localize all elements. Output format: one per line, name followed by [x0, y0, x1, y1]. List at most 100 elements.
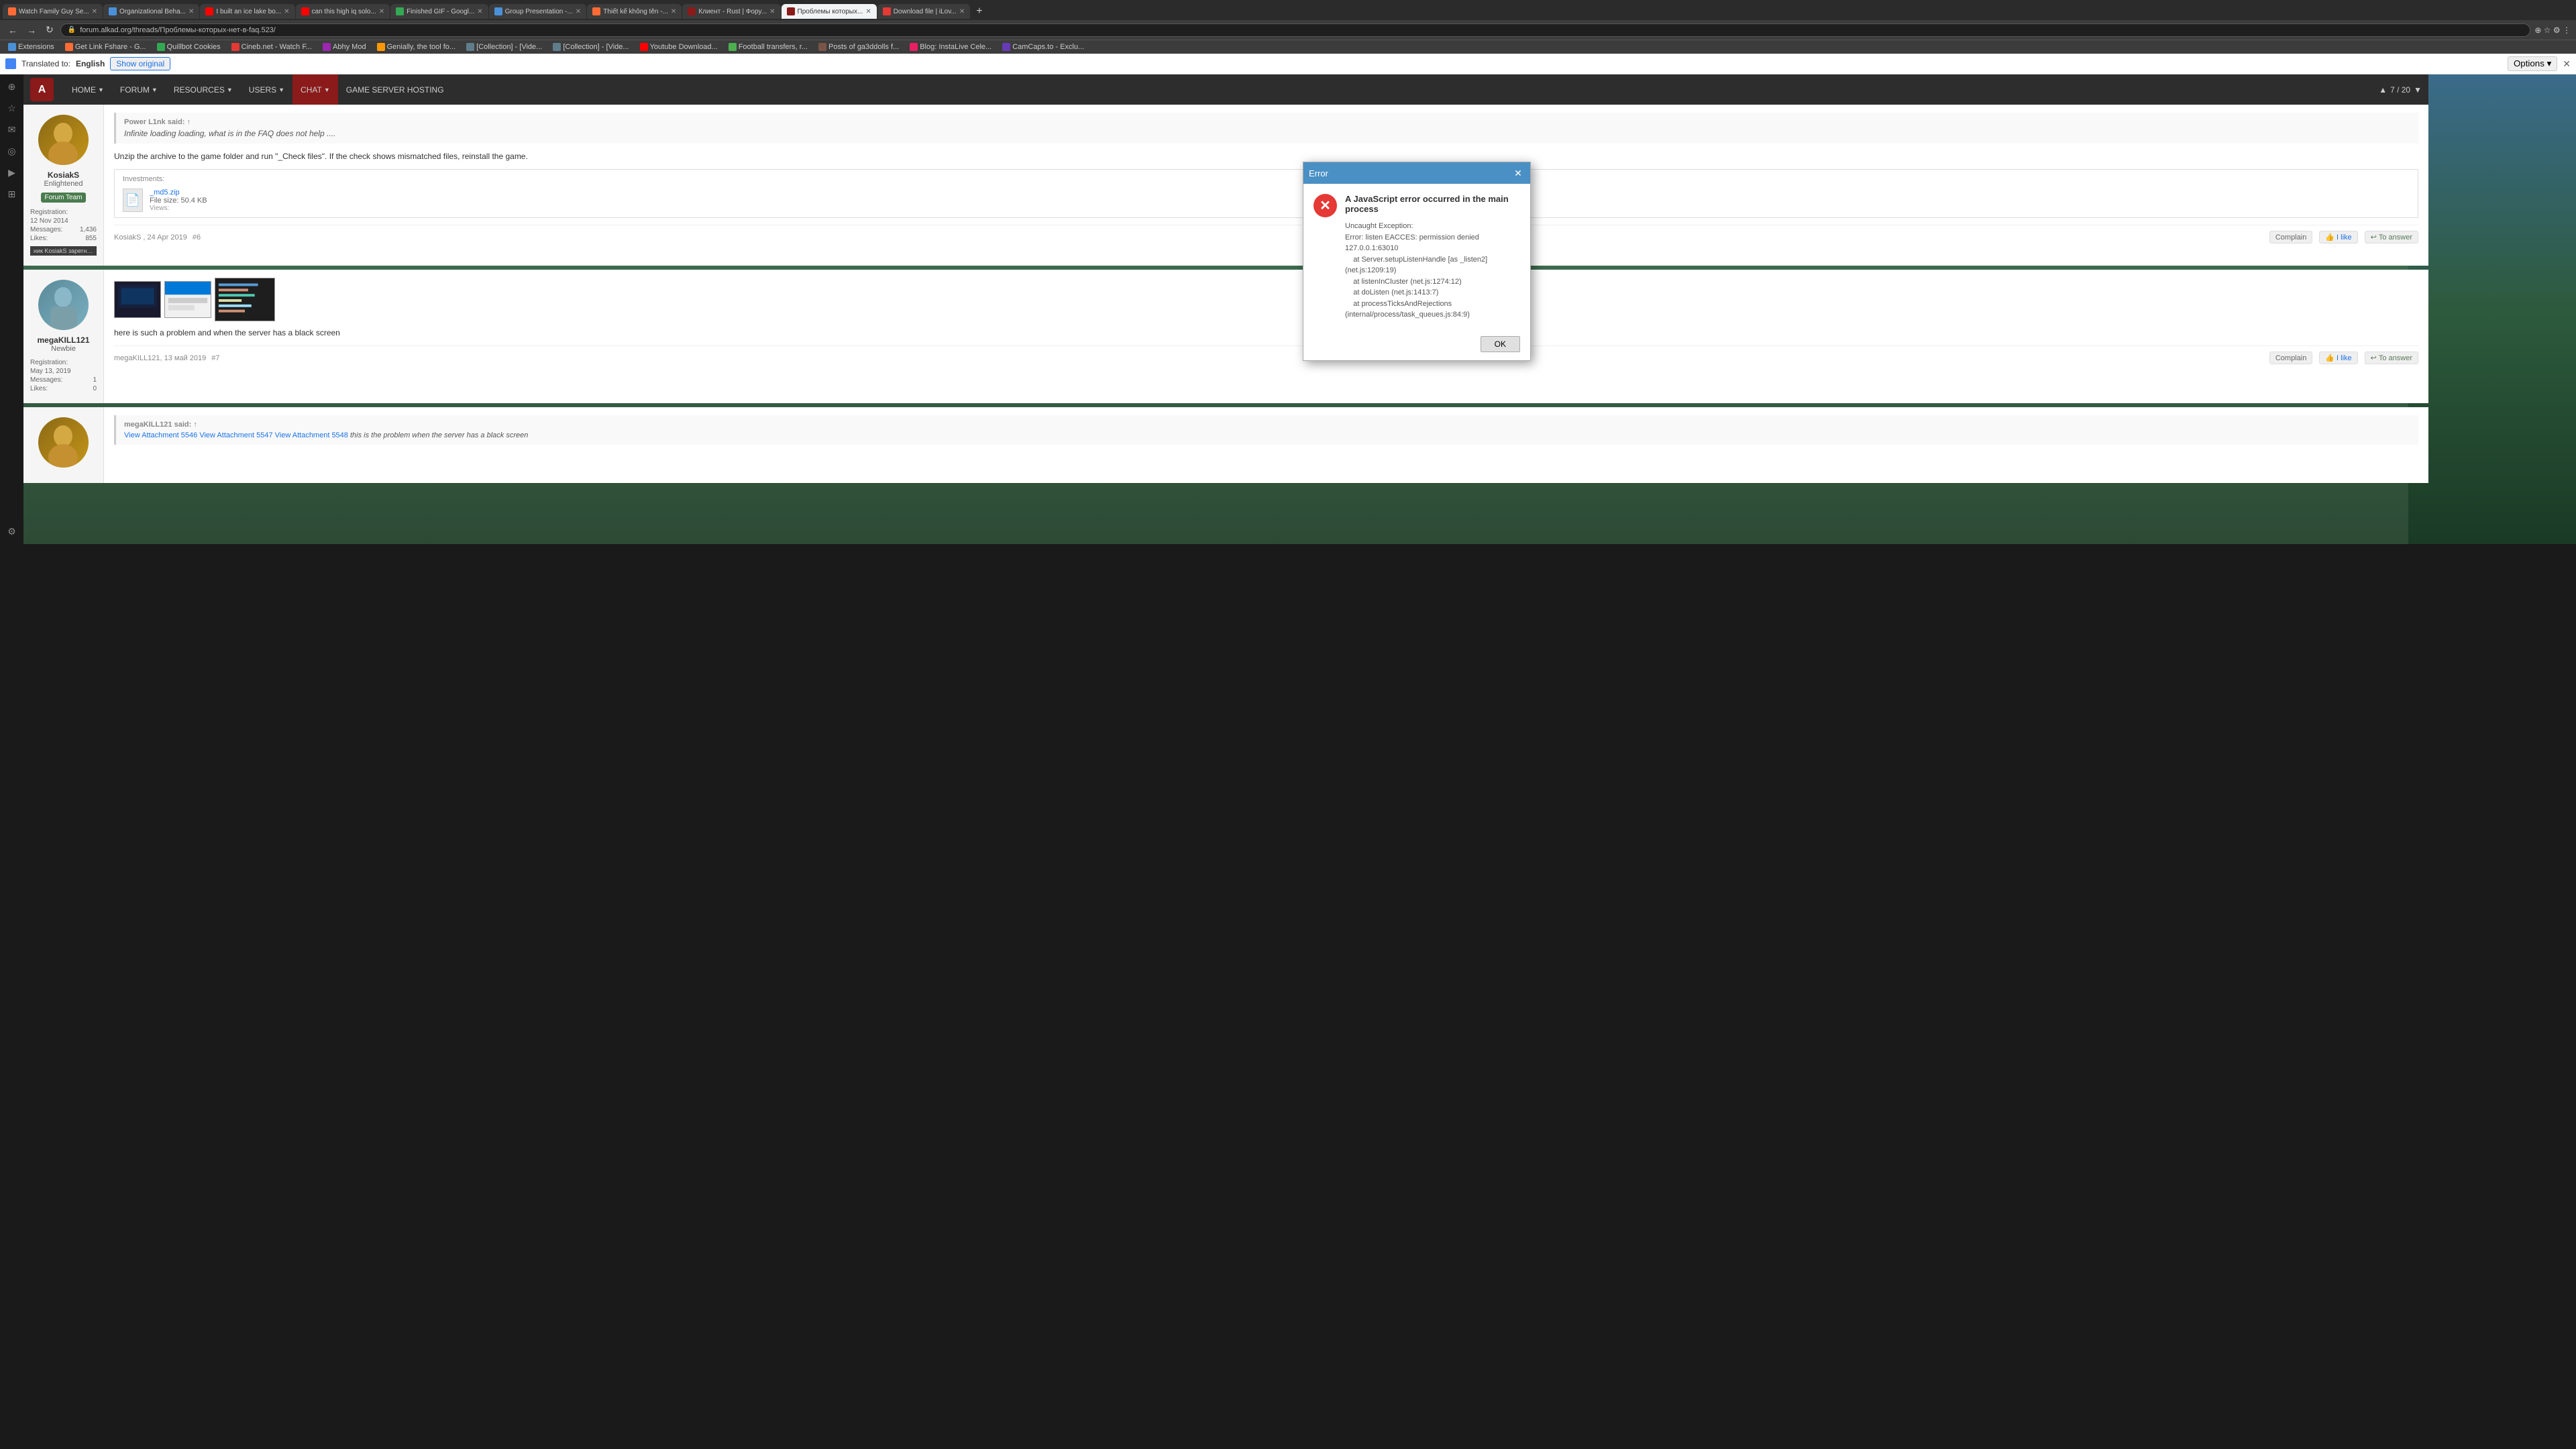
tab-favicon-1 — [8, 7, 16, 15]
tab-1[interactable]: Watch Family Guy Se... ✕ — [3, 4, 103, 19]
dialog-ok-button[interactable]: OK — [1481, 336, 1520, 352]
sidebar-icon-5[interactable]: ▶ — [8, 167, 15, 178]
tab-close-5[interactable]: ✕ — [477, 8, 482, 15]
bookmark-collection2[interactable]: [Collection] - [Vide... — [550, 42, 631, 52]
post-8-view-attach-3[interactable]: View Attachment 5548 — [275, 431, 348, 439]
post-6-answer-button[interactable]: ↩ To answer — [2365, 231, 2418, 244]
tab-close-9[interactable]: ✕ — [865, 8, 871, 15]
tab-7[interactable]: Thiết kế không tên -... ✕ — [587, 4, 682, 19]
sidebar-icon-4[interactable]: ◎ — [7, 146, 15, 157]
avatar-silhouette-7 — [38, 280, 89, 330]
dialog-title-text: Error — [1309, 168, 1328, 178]
post-card-6: KosiakS Enlightened Forum Team Registrat… — [23, 105, 2428, 266]
nav-chat[interactable]: CHAT ▼ — [292, 74, 338, 105]
post-6-like-button[interactable]: 👍 I like — [2319, 231, 2357, 244]
sidebar-icon-3[interactable]: ✉ — [8, 124, 16, 136]
back-button[interactable]: ← — [5, 23, 20, 37]
bookmark-camcaps[interactable]: CamCaps.to - Exclu... — [1000, 42, 1087, 52]
bookmark-cineb[interactable]: Cineb.net - Watch F... — [229, 42, 315, 52]
google-translate-icon — [5, 58, 16, 69]
tab-9-active[interactable]: Проблемы которых... ✕ — [782, 4, 877, 19]
error-dialog: Error ✕ ✕ A JavaScript error occurred in… — [1303, 162, 1531, 361]
sidebar-icon-6[interactable]: ⊞ — [8, 189, 16, 200]
tab-close-1[interactable]: ✕ — [92, 8, 97, 15]
dialog-close-button[interactable]: ✕ — [1511, 166, 1525, 180]
options-button[interactable]: Options ▾ — [2508, 56, 2557, 71]
show-original-button[interactable]: Show original — [110, 57, 170, 70]
tab-5[interactable]: Finished GIF - Googl... ✕ — [390, 4, 488, 19]
tab-favicon-2 — [109, 7, 117, 15]
bookmark-label: Posts of ga3ddolls f... — [828, 43, 899, 51]
tab-close-6[interactable]: ✕ — [576, 8, 581, 15]
bookmark-collection1[interactable]: [Collection] - [Vide... — [464, 42, 545, 52]
tab-close-8[interactable]: ✕ — [769, 8, 775, 15]
reg-date: 12 Nov 2014 — [30, 217, 68, 225]
new-tab-button[interactable]: + — [971, 3, 987, 20]
post-8-view-attach-2[interactable]: View Attachment 5547 — [199, 431, 272, 439]
tab-close-4[interactable]: ✕ — [379, 8, 384, 15]
post-8-view-attach-1[interactable]: View Attachment 5546 — [124, 431, 197, 439]
tab-favicon-3 — [205, 7, 213, 15]
nav-gameserver[interactable]: GAME SERVER HOSTING — [338, 74, 452, 105]
close-translate-button[interactable]: ✕ — [2563, 58, 2571, 70]
nav-prev-arrow[interactable]: ▲ — [2379, 85, 2387, 95]
post-7-like-button[interactable]: 👍 I like — [2319, 352, 2357, 364]
nav-home[interactable]: HOME ▼ — [64, 74, 112, 105]
tab-close-3[interactable]: ✕ — [284, 8, 289, 15]
tab-10[interactable]: Download file | iLov... ✕ — [877, 4, 971, 19]
nav-next-arrow[interactable]: ▼ — [2414, 85, 2422, 95]
tab-close-10[interactable]: ✕ — [959, 8, 965, 15]
bookmark-genially[interactable]: Genially, the tool fo... — [374, 42, 459, 52]
bookmark-extensions[interactable]: Extensions — [5, 42, 57, 52]
dialog-body: ✕ A JavaScript error occurred in the mai… — [1303, 184, 1530, 331]
bookmark-abhy[interactable]: Abhy Mod — [320, 42, 369, 52]
post-8-content: megaKILL121 said: ↑ View Attachment 5546… — [23, 407, 2428, 483]
msg-label: Messages: — [30, 226, 62, 233]
dialog-titlebar: Error ✕ — [1303, 162, 1530, 184]
bookmark-football[interactable]: Football transfers, r... — [726, 42, 810, 52]
tab-close-2[interactable]: ✕ — [189, 8, 194, 15]
msg-label-7: Messages: — [30, 376, 62, 384]
bookmark-youtube[interactable]: Youtube Download... — [637, 42, 720, 52]
nav-forum[interactable]: FORUM ▼ — [112, 74, 166, 105]
sidebar-icon-2[interactable]: ☆ — [7, 103, 16, 114]
screenshot-3[interactable] — [215, 278, 275, 321]
post-6-username[interactable]: KosiakS — [30, 170, 97, 180]
sidebar-home-icon[interactable]: ⊕ — [8, 81, 16, 93]
attach-header: Investments: — [123, 175, 2410, 183]
bookmark-quillbot[interactable]: Quillbot Cookies — [154, 42, 223, 52]
answer-icon: ↩ — [2371, 233, 2377, 241]
nav-resources[interactable]: RESOURCES ▼ — [166, 74, 241, 105]
attach-filename[interactable]: _md5.zip — [150, 189, 180, 197]
screenshot-1[interactable] — [114, 281, 161, 318]
forward-button[interactable]: → — [24, 23, 39, 37]
post-7-screenshots — [114, 278, 2418, 321]
nav-users[interactable]: USERS ▼ — [241, 74, 292, 105]
screenshot-2[interactable] — [164, 281, 211, 318]
bookmark-getlink[interactable]: Get Link Fshare - G... — [62, 42, 149, 52]
dialog-main-content: A JavaScript error occurred in the main … — [1345, 194, 1520, 321]
bookmark-label: Genially, the tool fo... — [387, 43, 456, 51]
bookmarks-bar: Extensions Get Link Fshare - G... Quillb… — [0, 40, 2576, 54]
answer-icon-7: ↩ — [2371, 354, 2377, 362]
tab-6[interactable]: Group Presentation -... ✕ — [489, 4, 587, 19]
post-7-answer-button[interactable]: ↩ To answer — [2365, 352, 2418, 364]
reload-button[interactable]: ↻ — [43, 23, 56, 37]
bookmark-blog[interactable]: Blog: InstaLive Cele... — [907, 42, 994, 52]
likes-label-7: Likes: — [30, 385, 48, 392]
tab-favicon-7 — [592, 7, 600, 15]
tab-4[interactable]: can this high iq solo... ✕ — [296, 4, 390, 19]
address-bar[interactable]: 🔒 forum.alkad.org/threads/Проблемы-котор… — [60, 23, 2531, 37]
tab-8[interactable]: Клиент - Rust | Форy... ✕ — [682, 4, 780, 19]
likes-label: Likes: — [30, 235, 48, 242]
post-7-username[interactable]: megaKILL121 — [30, 335, 97, 345]
post-6-complain-button[interactable]: Complain — [2269, 231, 2312, 244]
post-7-complain-button[interactable]: Complain — [2269, 352, 2312, 364]
tab-close-7[interactable]: ✕ — [671, 8, 676, 15]
tab-favicon-6 — [494, 7, 502, 15]
forum-logo: A — [30, 78, 54, 101]
sidebar-settings-icon[interactable]: ⚙ — [7, 526, 16, 537]
tab-3[interactable]: I built an ice lake bo... ✕ — [200, 4, 294, 19]
bookmark-posts[interactable]: Posts of ga3ddolls f... — [816, 42, 902, 52]
tab-2[interactable]: Organizational Beha... ✕ — [103, 4, 199, 19]
